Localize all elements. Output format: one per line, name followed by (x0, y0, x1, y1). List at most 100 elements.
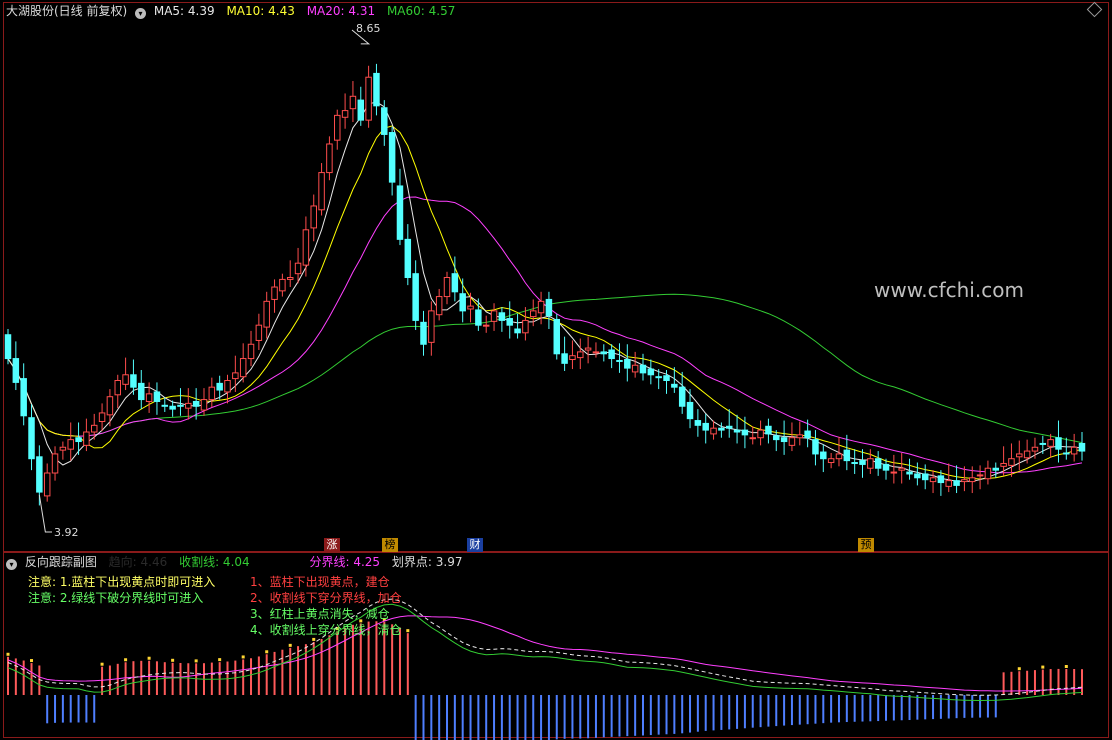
red-bar (289, 647, 292, 695)
candle-body (812, 439, 819, 455)
blue-bar (469, 695, 472, 740)
candle-body (773, 435, 780, 441)
candle-body (639, 364, 647, 374)
indicator-dropdown-icon[interactable]: ▾ (6, 559, 17, 570)
chart-canvas[interactable] (0, 0, 1112, 740)
blue-bar (571, 695, 574, 739)
candle-body (647, 368, 655, 376)
event-marker-yu[interactable]: 预 (858, 538, 874, 552)
red-bar (1002, 672, 1005, 695)
candle-body (200, 399, 208, 411)
red-bar (312, 641, 315, 695)
red-bar (124, 662, 127, 695)
red-bar (1073, 669, 1076, 695)
candle-body (851, 462, 858, 465)
blue-bar (61, 695, 64, 723)
blue-bar (85, 695, 88, 723)
candle-body (945, 480, 952, 487)
yellow-dot (171, 658, 175, 662)
indicator-header: ▾ 反向跟踪副图 趋向: 4.46 收割线: 4.04 分界线: 4.25 划界… (6, 554, 462, 570)
candle-body (43, 472, 51, 497)
red-bar (250, 658, 253, 695)
candle-body (631, 364, 639, 373)
blue-bar (500, 695, 503, 740)
blue-bar (485, 695, 488, 740)
candle-body (741, 429, 749, 436)
high-price-label: 8.65 (356, 22, 381, 35)
red-bar (1081, 669, 1083, 695)
blue-bar (790, 695, 793, 726)
event-marker-cai[interactable]: 财 (467, 538, 483, 552)
blue-bar (547, 695, 550, 740)
blue-bar (673, 695, 676, 734)
candle-body (820, 451, 827, 460)
candle-body (780, 437, 788, 443)
stock-title[interactable]: 大湖股份(日线 前复权) (6, 4, 127, 18)
candle-body (757, 429, 764, 439)
candle-body (733, 429, 741, 433)
candle-body (710, 427, 717, 435)
watermark: www.cfchi.com (874, 278, 1024, 302)
yellow-dot (312, 637, 316, 641)
red-bar (265, 654, 268, 695)
candle-body (490, 310, 498, 322)
low-price-label: 3.92 (54, 526, 79, 539)
candle-body (412, 273, 419, 321)
red-bar (336, 631, 339, 695)
yellow-dot (30, 659, 34, 663)
red-bar (132, 661, 135, 695)
candle-body (271, 286, 278, 300)
red-bar (406, 633, 409, 695)
blue-bar (587, 695, 590, 739)
blue-bar (422, 695, 425, 740)
blue-bar (69, 695, 72, 723)
blue-bar (46, 695, 49, 724)
red-bar (1049, 669, 1052, 695)
candle-body (678, 386, 686, 407)
candle-body (482, 324, 490, 327)
note-right-3: 3、红柱上黄点消失，减仓 (250, 607, 390, 621)
red-bar (148, 660, 151, 695)
candle-body (326, 143, 333, 174)
candle-body (428, 310, 435, 343)
blue-bar (814, 695, 817, 724)
blue-bar (994, 695, 997, 718)
candle-body (718, 427, 725, 431)
red-bar (179, 662, 182, 695)
candle-body (867, 458, 874, 469)
notes-right: 1、蓝柱下出现黄点，建仓 2、收割线下穿分界线，加仓 3、红柱上黄点消失，减仓 … (250, 574, 402, 638)
candle-body (357, 99, 365, 121)
candle-body (122, 374, 129, 385)
blue-bar (665, 695, 668, 735)
candle-body (12, 358, 20, 383)
candle-body (553, 318, 561, 355)
blue-bar (986, 695, 989, 718)
blue-bar (759, 695, 762, 728)
yellow-dot (6, 652, 10, 656)
blue-bar (751, 695, 754, 728)
candle-body (318, 172, 325, 211)
candle-body (937, 475, 945, 484)
red-bar (22, 660, 25, 695)
blue-bar (532, 695, 535, 740)
blue-bar (767, 695, 770, 727)
mark-point-legend: 划界点: 3.97 (391, 555, 463, 569)
candle-body (451, 273, 459, 293)
blue-bar (728, 695, 731, 730)
indicator-title[interactable]: 反向跟踪副图 (25, 555, 97, 569)
blue-bar (720, 695, 723, 730)
yellow-dot (1064, 665, 1068, 669)
candle-body (90, 424, 98, 433)
candle-body (192, 400, 200, 407)
event-marker-bang[interactable]: 榜 (382, 538, 398, 552)
blue-bar (696, 695, 699, 732)
candle-body (906, 471, 913, 475)
red-bar (1018, 671, 1021, 695)
blue-bar (892, 695, 895, 721)
dropdown-circle-icon[interactable]: ▾ (135, 8, 147, 19)
blue-bar (649, 695, 652, 736)
blue-bar (900, 695, 903, 721)
blue-bar (493, 695, 496, 740)
event-marker-zhang[interactable]: 涨 (324, 538, 340, 552)
blue-bar (908, 695, 911, 721)
